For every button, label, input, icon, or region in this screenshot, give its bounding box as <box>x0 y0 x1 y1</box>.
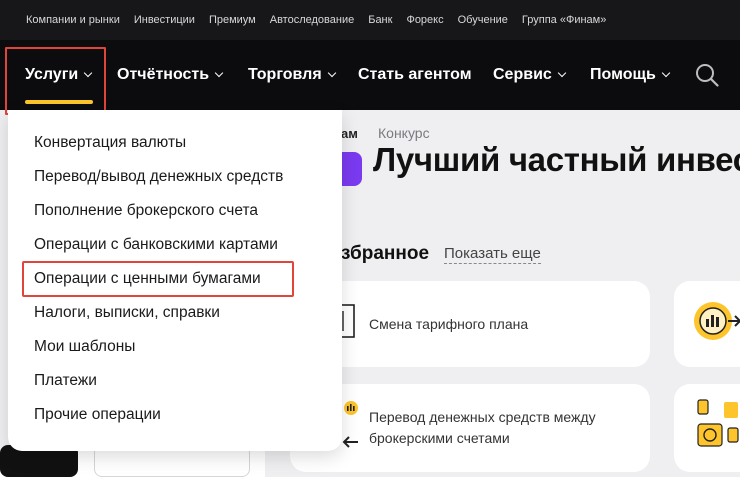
top-link-bank[interactable]: Банк <box>368 14 392 26</box>
menu-item-my-templates[interactable]: Мои шаблоны <box>34 338 135 356</box>
favorite-card-docs[interactable] <box>674 384 740 472</box>
show-more-link[interactable]: Показать еще <box>444 245 541 264</box>
banner-headline[interactable]: Лучший частный инвес <box>373 141 740 179</box>
nav-label: Сервис <box>493 66 552 83</box>
nav-label: Торговля <box>248 66 322 83</box>
chevron-down-icon <box>327 68 336 78</box>
brand-fragment: ам <box>341 126 358 141</box>
top-link-education[interactable]: Обучение <box>458 14 508 26</box>
main-nav: Услуги Отчётность Торговля Стать агентом… <box>0 40 740 110</box>
card-label: Смена тарифного плана <box>369 316 529 332</box>
top-links-bar: Компании и рынки Инвестиции Премиум Авто… <box>0 0 740 40</box>
transfer-icon <box>342 401 358 448</box>
favorites-title: збранное <box>341 243 430 264</box>
nav-label: Отчётность <box>117 66 210 83</box>
top-link-companies[interactable]: Компании и рынки <box>26 14 120 26</box>
menu-item-deposit-brokerage[interactable]: Пополнение брокерского счета <box>34 202 258 220</box>
nav-label: Помощь <box>590 66 656 83</box>
nav-item-become-agent[interactable]: Стать агентом <box>358 40 472 110</box>
analytics-icon <box>694 302 740 340</box>
top-link-autofollow[interactable]: Автоследование <box>270 14 354 26</box>
chevron-down-icon <box>661 68 671 78</box>
top-link-premium[interactable]: Премиум <box>209 14 256 26</box>
chevron-down-icon <box>557 68 567 78</box>
contest-tag: Конкурс <box>378 125 430 141</box>
card-label: Перевод денежных средств между брокерски… <box>369 409 596 446</box>
nav-item-help[interactable]: Помощь <box>590 40 671 110</box>
menu-item-bank-cards[interactable]: Операции с банковскими картами <box>34 236 278 254</box>
chevron-down-icon <box>214 68 224 78</box>
nav-item-trading[interactable]: Торговля <box>248 40 336 110</box>
menu-item-payments[interactable]: Платежи <box>34 372 97 390</box>
nav-item-reports[interactable]: Отчётность <box>117 40 224 110</box>
nav-highlight-box <box>5 47 106 115</box>
menu-item-currency-conversion[interactable]: Конвертация валюты <box>34 134 186 152</box>
favorite-card-transfer[interactable]: Перевод денежных средств между брокерски… <box>290 384 650 472</box>
search-icon[interactable] <box>695 63 719 87</box>
menu-highlight-box <box>22 261 294 297</box>
nav-label: Стать агентом <box>358 66 472 83</box>
documents-icon <box>697 399 739 447</box>
favorite-card-analytics[interactable] <box>674 281 740 367</box>
top-link-group[interactable]: Группа «Финам» <box>522 14 606 26</box>
menu-item-other-operations[interactable]: Прочие операции <box>34 406 161 424</box>
favorite-card-tariff[interactable]: Смена тарифного плана <box>290 281 650 367</box>
menu-item-transfer-withdraw[interactable]: Перевод/вывод денежных средств <box>34 168 283 186</box>
menu-item-taxes-statements[interactable]: Налоги, выписки, справки <box>34 304 220 322</box>
top-link-investments[interactable]: Инвестиции <box>134 14 195 26</box>
nav-item-service[interactable]: Сервис <box>493 40 567 110</box>
top-link-forex[interactable]: Форекс <box>406 14 443 26</box>
